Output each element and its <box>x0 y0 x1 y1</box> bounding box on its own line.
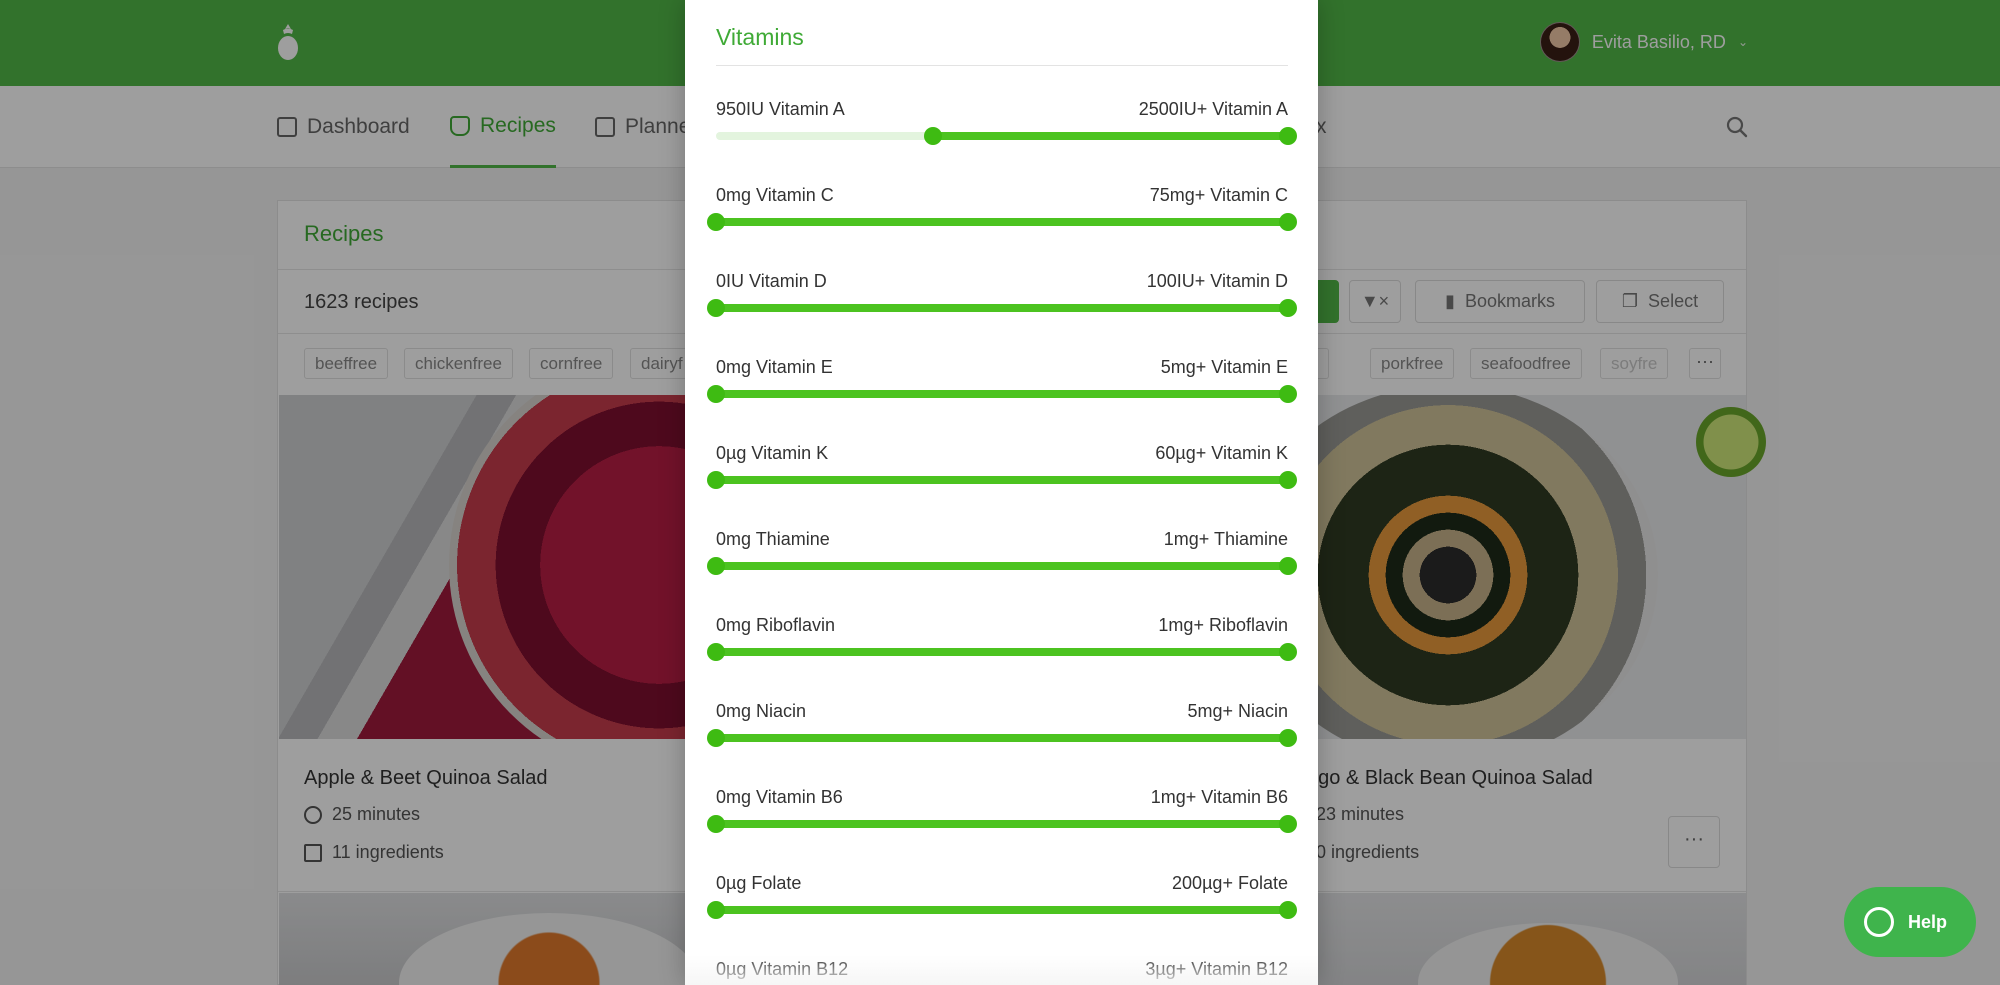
slider-max-handle[interactable] <box>1279 471 1297 489</box>
vitamin-range-slider[interactable]: 0mg Riboflavin 1mg+ Riboflavin <box>707 615 1297 685</box>
slider-range-fill <box>716 218 1288 226</box>
slider-min-handle[interactable] <box>924 127 943 145</box>
slider-max-handle[interactable] <box>1279 385 1297 403</box>
scroll-fade <box>685 955 1318 985</box>
modal-title: Vitamins <box>716 24 804 50</box>
slider-track[interactable] <box>707 213 1297 231</box>
vitamins-filter-modal: Vitamins 950IU Vitamin A 2500IU+ Vitamin … <box>685 0 1318 985</box>
slider-range-fill <box>716 476 1288 484</box>
slider-range-fill <box>716 562 1288 570</box>
slider-max-label: 200µg+ Folate <box>1172 873 1288 893</box>
slider-min-label: 0µg Vitamin K <box>716 443 829 463</box>
slider-range-fill <box>933 132 1288 140</box>
slider-min-label: 0IU Vitamin D <box>716 271 827 291</box>
slider-min-label: 0µg Folate <box>716 873 802 893</box>
slider-min-handle[interactable] <box>707 213 725 231</box>
slider-track[interactable] <box>707 901 1297 919</box>
slider-min-handle[interactable] <box>707 643 725 661</box>
slider-track[interactable] <box>707 299 1297 317</box>
slider-max-label: 75mg+ Vitamin C <box>1149 185 1288 205</box>
slider-max-label: 1mg+ Thiamine <box>1163 529 1288 549</box>
slider-max-handle[interactable] <box>1279 127 1297 145</box>
slider-max-label: 100IU+ Vitamin D <box>1146 271 1288 291</box>
slider-track[interactable] <box>707 385 1297 403</box>
vitamin-range-slider[interactable]: 0mg Vitamin B6 1mg+ Vitamin B6 <box>707 787 1297 857</box>
vitamin-range-slider[interactable]: 0mg Thiamine 1mg+ Thiamine <box>707 529 1297 599</box>
vitamin-range-slider[interactable]: 0IU Vitamin D 100IU+ Vitamin D <box>707 271 1297 341</box>
slider-max-label: 2500IU+ Vitamin A <box>1138 99 1288 119</box>
slider-track[interactable] <box>707 643 1297 661</box>
slider-max-label: 1mg+ Vitamin B6 <box>1150 787 1288 807</box>
slider-min-label: 0mg Vitamin E <box>716 357 833 377</box>
slider-min-handle[interactable] <box>707 815 725 833</box>
slider-min-label: 0mg Riboflavin <box>716 615 836 635</box>
slider-max-handle[interactable] <box>1279 729 1297 747</box>
slider-track[interactable] <box>707 729 1297 747</box>
slider-max-handle[interactable] <box>1279 815 1297 833</box>
slider-range-fill <box>716 648 1288 656</box>
slider-max-label: 5mg+ Vitamin E <box>1160 357 1288 377</box>
vitamin-range-slider[interactable]: 0mg Niacin 5mg+ Niacin <box>707 701 1297 771</box>
slider-min-handle[interactable] <box>707 901 725 919</box>
slider-max-handle[interactable] <box>1279 557 1297 575</box>
slider-max-handle[interactable] <box>1279 299 1297 317</box>
vitamin-range-slider[interactable]: 0mg Vitamin C 75mg+ Vitamin C <box>707 185 1297 255</box>
help-label: Help <box>1908 911 1948 932</box>
slider-max-handle[interactable] <box>1279 901 1297 919</box>
help-button[interactable]: Help <box>1844 887 1976 957</box>
slider-min-handle[interactable] <box>707 299 725 317</box>
slider-min-label: 0mg Vitamin B6 <box>716 787 843 807</box>
slider-min-handle[interactable] <box>707 471 725 489</box>
slider-max-label: 5mg+ Niacin <box>1187 701 1288 721</box>
slider-max-handle[interactable] <box>1279 213 1297 231</box>
slider-track[interactable] <box>707 557 1297 575</box>
slider-min-label: 0mg Niacin <box>716 701 807 721</box>
slider-min-handle[interactable] <box>707 557 725 575</box>
slider-range-fill <box>716 820 1288 828</box>
chat-bubble-icon <box>1864 907 1894 937</box>
divider <box>716 65 1288 66</box>
slider-min-label: 0mg Thiamine <box>716 529 830 549</box>
slider-min-handle[interactable] <box>707 729 725 747</box>
slider-track[interactable] <box>716 127 1297 145</box>
slider-max-label: 1mg+ Riboflavin <box>1158 615 1288 635</box>
slider-range-fill <box>716 734 1288 742</box>
slider-range-fill <box>716 304 1288 312</box>
vitamin-range-slider[interactable]: 950IU Vitamin A 2500IU+ Vitamin A <box>716 99 1297 169</box>
slider-track[interactable] <box>707 815 1297 833</box>
slider-min-label: 0mg Vitamin C <box>716 185 834 205</box>
slider-range-fill <box>716 906 1288 914</box>
slider-max-label: 60µg+ Vitamin K <box>1155 443 1288 463</box>
vitamin-range-slider[interactable]: 0mg Vitamin E 5mg+ Vitamin E <box>707 357 1297 427</box>
slider-min-label: 950IU Vitamin A <box>716 99 845 119</box>
slider-track[interactable] <box>707 471 1297 489</box>
vitamin-range-slider[interactable]: 0µg Vitamin K 60µg+ Vitamin K <box>707 443 1297 513</box>
vitamin-range-slider[interactable]: 0µg Folate 200µg+ Folate <box>707 873 1297 943</box>
slider-min-handle[interactable] <box>707 385 725 403</box>
slider-range-fill <box>716 390 1288 398</box>
slider-max-handle[interactable] <box>1279 643 1297 661</box>
